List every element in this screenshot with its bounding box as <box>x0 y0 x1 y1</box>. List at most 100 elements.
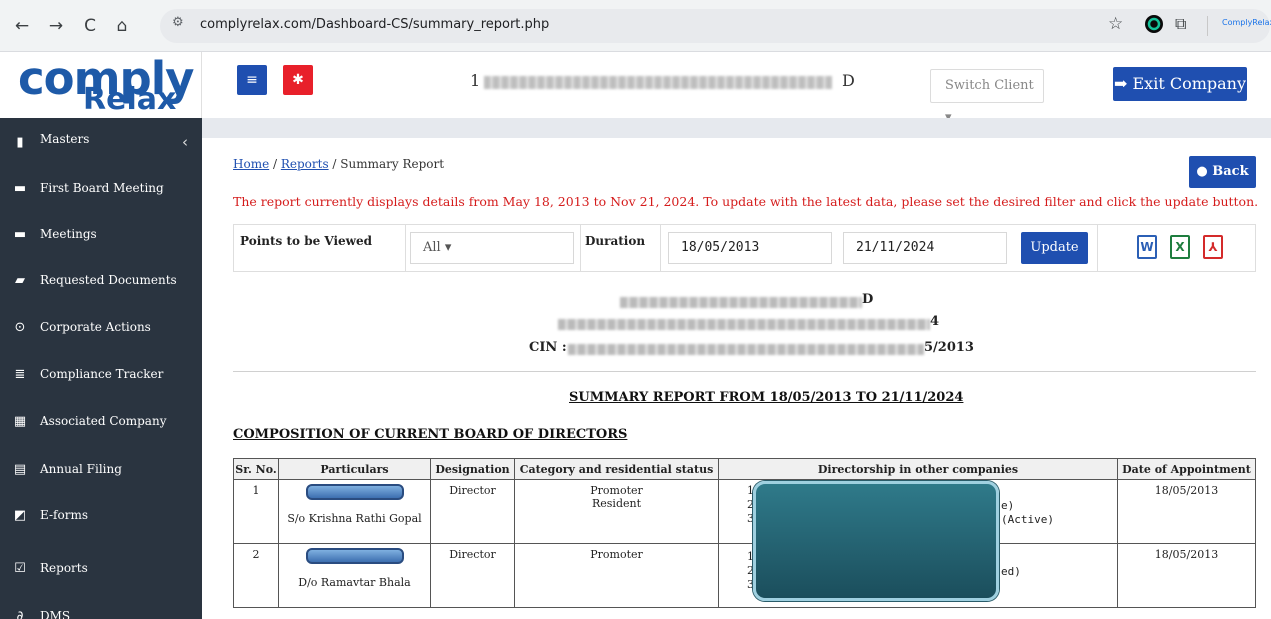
sidebar-item-annual-filing[interactable]: ▤ Annual Filing <box>0 447 202 493</box>
sidebar-item-associated-company[interactable]: ▦ Associated Company <box>0 399 202 445</box>
dot-circle-icon: ⊙ <box>14 320 26 335</box>
directorship-status: ed) <box>1001 565 1021 578</box>
category: Promoter <box>590 484 643 497</box>
masters-icon: ▮ <box>16 135 24 150</box>
filter-divider <box>660 224 661 272</box>
settings-gear-button[interactable]: ✱ <box>283 65 313 95</box>
url-text[interactable]: complyrelax.com/Dashboard-CS/summary_rep… <box>200 17 549 32</box>
breadcrumb-current: Summary Report <box>340 157 445 171</box>
site-info-icon[interactable]: ⚙ <box>172 15 184 30</box>
bookmark-star-icon[interactable]: ☆ <box>1108 14 1123 34</box>
pdf-export-icon[interactable]: ⅄ <box>1203 235 1223 259</box>
particulars-cell: S/o Krishna Rathi Gopal <box>278 479 431 544</box>
chevron-left-icon[interactable]: ‹ <box>182 133 188 151</box>
logo-relax-text[interactable]: Relax <box>83 82 176 117</box>
excel-export-icon[interactable]: X <box>1170 235 1190 259</box>
filter-divider <box>580 224 581 272</box>
column-header: Designation <box>430 458 515 480</box>
breadcrumb-home-link[interactable]: Home <box>233 157 269 171</box>
exit-company-button[interactable]: ➡ Exit Company <box>1113 67 1247 101</box>
from-date-input[interactable]: 18/05/2013 <box>668 232 832 264</box>
appointment-date-cell: 18/05/2013 <box>1117 479 1256 544</box>
sidebar-item-label: Compliance Tracker <box>40 367 164 381</box>
column-header: Particulars <box>278 458 431 480</box>
sr-no-cell: 2 <box>233 543 279 608</box>
header-strip <box>202 118 1271 138</box>
sidebar-item-masters[interactable]: ▮ Masters ‹ <box>0 120 202 166</box>
grammarly-extension-icon[interactable] <box>1143 13 1165 35</box>
profile-icon[interactable]: ComplyRelax <box>1222 18 1271 32</box>
sidebar-item-corporate-actions[interactable]: ⊙ Corporate Actions <box>0 305 202 351</box>
cin-label: CIN : <box>529 340 567 355</box>
cin-tail: 5/2013 <box>924 340 974 355</box>
director-name-redaction <box>305 548 404 564</box>
sidebar-item-dms[interactable]: ∂ DMS <box>0 594 202 619</box>
designation-cell: Director <box>430 543 515 608</box>
toolbar-divider <box>1207 16 1208 36</box>
sidebar-item-label: First Board Meeting <box>40 181 164 195</box>
directorship-redaction <box>753 481 999 601</box>
company-name-suffix: D <box>842 71 855 90</box>
breadcrumb-reports-link[interactable]: Reports <box>281 157 329 171</box>
points-select[interactable]: All ▾ <box>410 232 574 264</box>
director-name-redaction <box>305 484 404 500</box>
company-address-redaction <box>558 319 930 330</box>
company-name-redaction <box>620 297 862 308</box>
forward-arrow-icon[interactable]: → <box>44 14 68 38</box>
company-name-prefix: 1 <box>470 71 481 90</box>
company-name-tail: D <box>862 292 874 307</box>
sidebar-item-label: DMS <box>40 609 71 619</box>
breadcrumb: Home / Reports / Summary Report <box>233 157 444 171</box>
back-button[interactable]: ● Back <box>1189 156 1256 188</box>
sidebar-item-requested-documents[interactable]: ▰ Requested Documents <box>0 258 202 304</box>
sidebar-item-label: Meetings <box>40 227 97 241</box>
duration-label: Duration <box>585 234 646 248</box>
designation-cell: Director <box>430 479 515 544</box>
appointment-date-cell: 18/05/2013 <box>1117 543 1256 608</box>
appointment-date: 18/05/2013 <box>1154 548 1219 561</box>
category-cell: Promoter <box>514 543 719 608</box>
sidebar-item-reports[interactable]: ☑ Reports <box>0 546 202 592</box>
to-date-input[interactable]: 21/11/2024 <box>843 232 1007 264</box>
directors-table: Sr. No. Particulars Designation Category… <box>233 458 1256 608</box>
word-export-icon[interactable]: W <box>1137 235 1157 259</box>
sr-no: 2 <box>252 548 260 561</box>
column-header: Category and residential status <box>514 458 719 480</box>
home-icon[interactable]: ⌂ <box>110 14 134 38</box>
appointment-date: 18/05/2013 <box>1154 484 1219 497</box>
menu-toggle-button[interactable]: ≡ <box>237 65 267 95</box>
file-icon: ▤ <box>13 462 27 477</box>
sidebar-item-meetings[interactable]: ▬ Meetings <box>0 212 202 258</box>
company-name-redaction <box>484 76 832 89</box>
designation: Director <box>449 548 496 561</box>
sidebar-item-label: Requested Documents <box>40 273 177 287</box>
particulars-cell: D/o Ramavtar Bhala <box>278 543 431 608</box>
sidebar-item-e-forms[interactable]: ◩ E-forms <box>0 493 202 539</box>
sr-no: 1 <box>252 484 260 497</box>
points-to-be-viewed-label: Points to be Viewed <box>240 234 373 248</box>
sidebar-item-label: Corporate Actions <box>40 320 151 334</box>
switch-client-dropdown[interactable]: Switch Client ▾ <box>930 69 1044 125</box>
update-button[interactable]: Update <box>1021 232 1088 264</box>
building-icon: ▦ <box>13 414 27 429</box>
table-row: 1 S/o Krishna Rathi Gopal Director Promo… <box>233 479 1256 544</box>
residential-status: Resident <box>591 497 641 510</box>
book-icon: ▰ <box>15 273 25 288</box>
company-address-tail: 4 <box>930 314 940 329</box>
sidebar-item-compliance-tracker[interactable]: ≣ Compliance Tracker <box>0 352 202 398</box>
back-arrow-icon[interactable]: ← <box>10 14 34 38</box>
designation: Director <box>449 484 496 497</box>
sidebar-item-label: E-forms <box>40 508 88 522</box>
sidebar-item-label: Annual Filing <box>40 462 122 476</box>
folders-icon: ∂ <box>16 609 24 619</box>
section-title: COMPOSITION OF CURRENT BOARD OF DIRECTOR… <box>233 427 628 442</box>
breadcrumb-separator: / <box>269 157 281 171</box>
sr-no-cell: 1 <box>233 479 279 544</box>
reload-icon[interactable]: C <box>78 14 102 38</box>
sidebar-item-first-board-meeting[interactable]: ▬ First Board Meeting <box>0 166 202 212</box>
column-header: Date of Appointment <box>1117 458 1256 480</box>
sidebar-item-label: Associated Company <box>40 414 167 428</box>
extensions-icon[interactable]: ⧉ <box>1175 14 1186 34</box>
directorship-status: e) <box>1001 499 1015 512</box>
briefcase-icon: ▬ <box>13 181 27 196</box>
